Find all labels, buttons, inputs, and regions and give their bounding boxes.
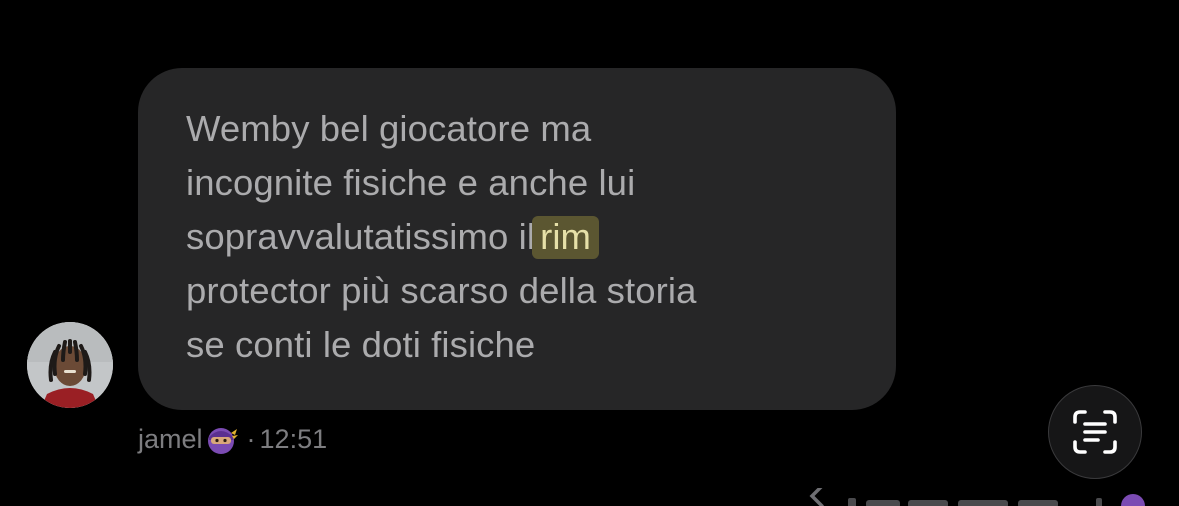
next-message-peek	[808, 488, 1148, 506]
chat-screen: Wemby bel giocatore ma incognite fisiche…	[0, 0, 1179, 506]
message-meta: jamel · 12:51	[138, 420, 327, 458]
message-line-text: sopravvalutatissimo il	[186, 216, 536, 257]
meta-separator: ·	[246, 423, 256, 454]
message-line: protector più scarso della storia	[186, 270, 697, 311]
message-time: 12:51	[259, 423, 328, 454]
message-line: sopravvalutatissimo il rim	[186, 210, 856, 264]
highlighted-word[interactable]: rim	[532, 216, 600, 259]
avatar-photo	[27, 322, 113, 408]
sender-name[interactable]: jamel	[138, 424, 203, 455]
message-text: Wemby bel giocatore ma incognite fisiche…	[186, 102, 856, 372]
live-text-scan-button[interactable]	[1048, 385, 1142, 479]
message-line: incognite fisiche e anche lui	[186, 162, 636, 203]
reply-arrow-icon	[809, 488, 1145, 506]
avatar[interactable]	[27, 322, 113, 408]
ninja-emoji-icon	[203, 421, 239, 457]
message-line: Wemby bel giocatore ma	[186, 108, 592, 149]
message-line: se conti le doti fisiche	[186, 324, 536, 365]
live-text-scan-icon	[1073, 410, 1117, 454]
message-bubble[interactable]: Wemby bel giocatore ma incognite fisiche…	[138, 68, 896, 410]
